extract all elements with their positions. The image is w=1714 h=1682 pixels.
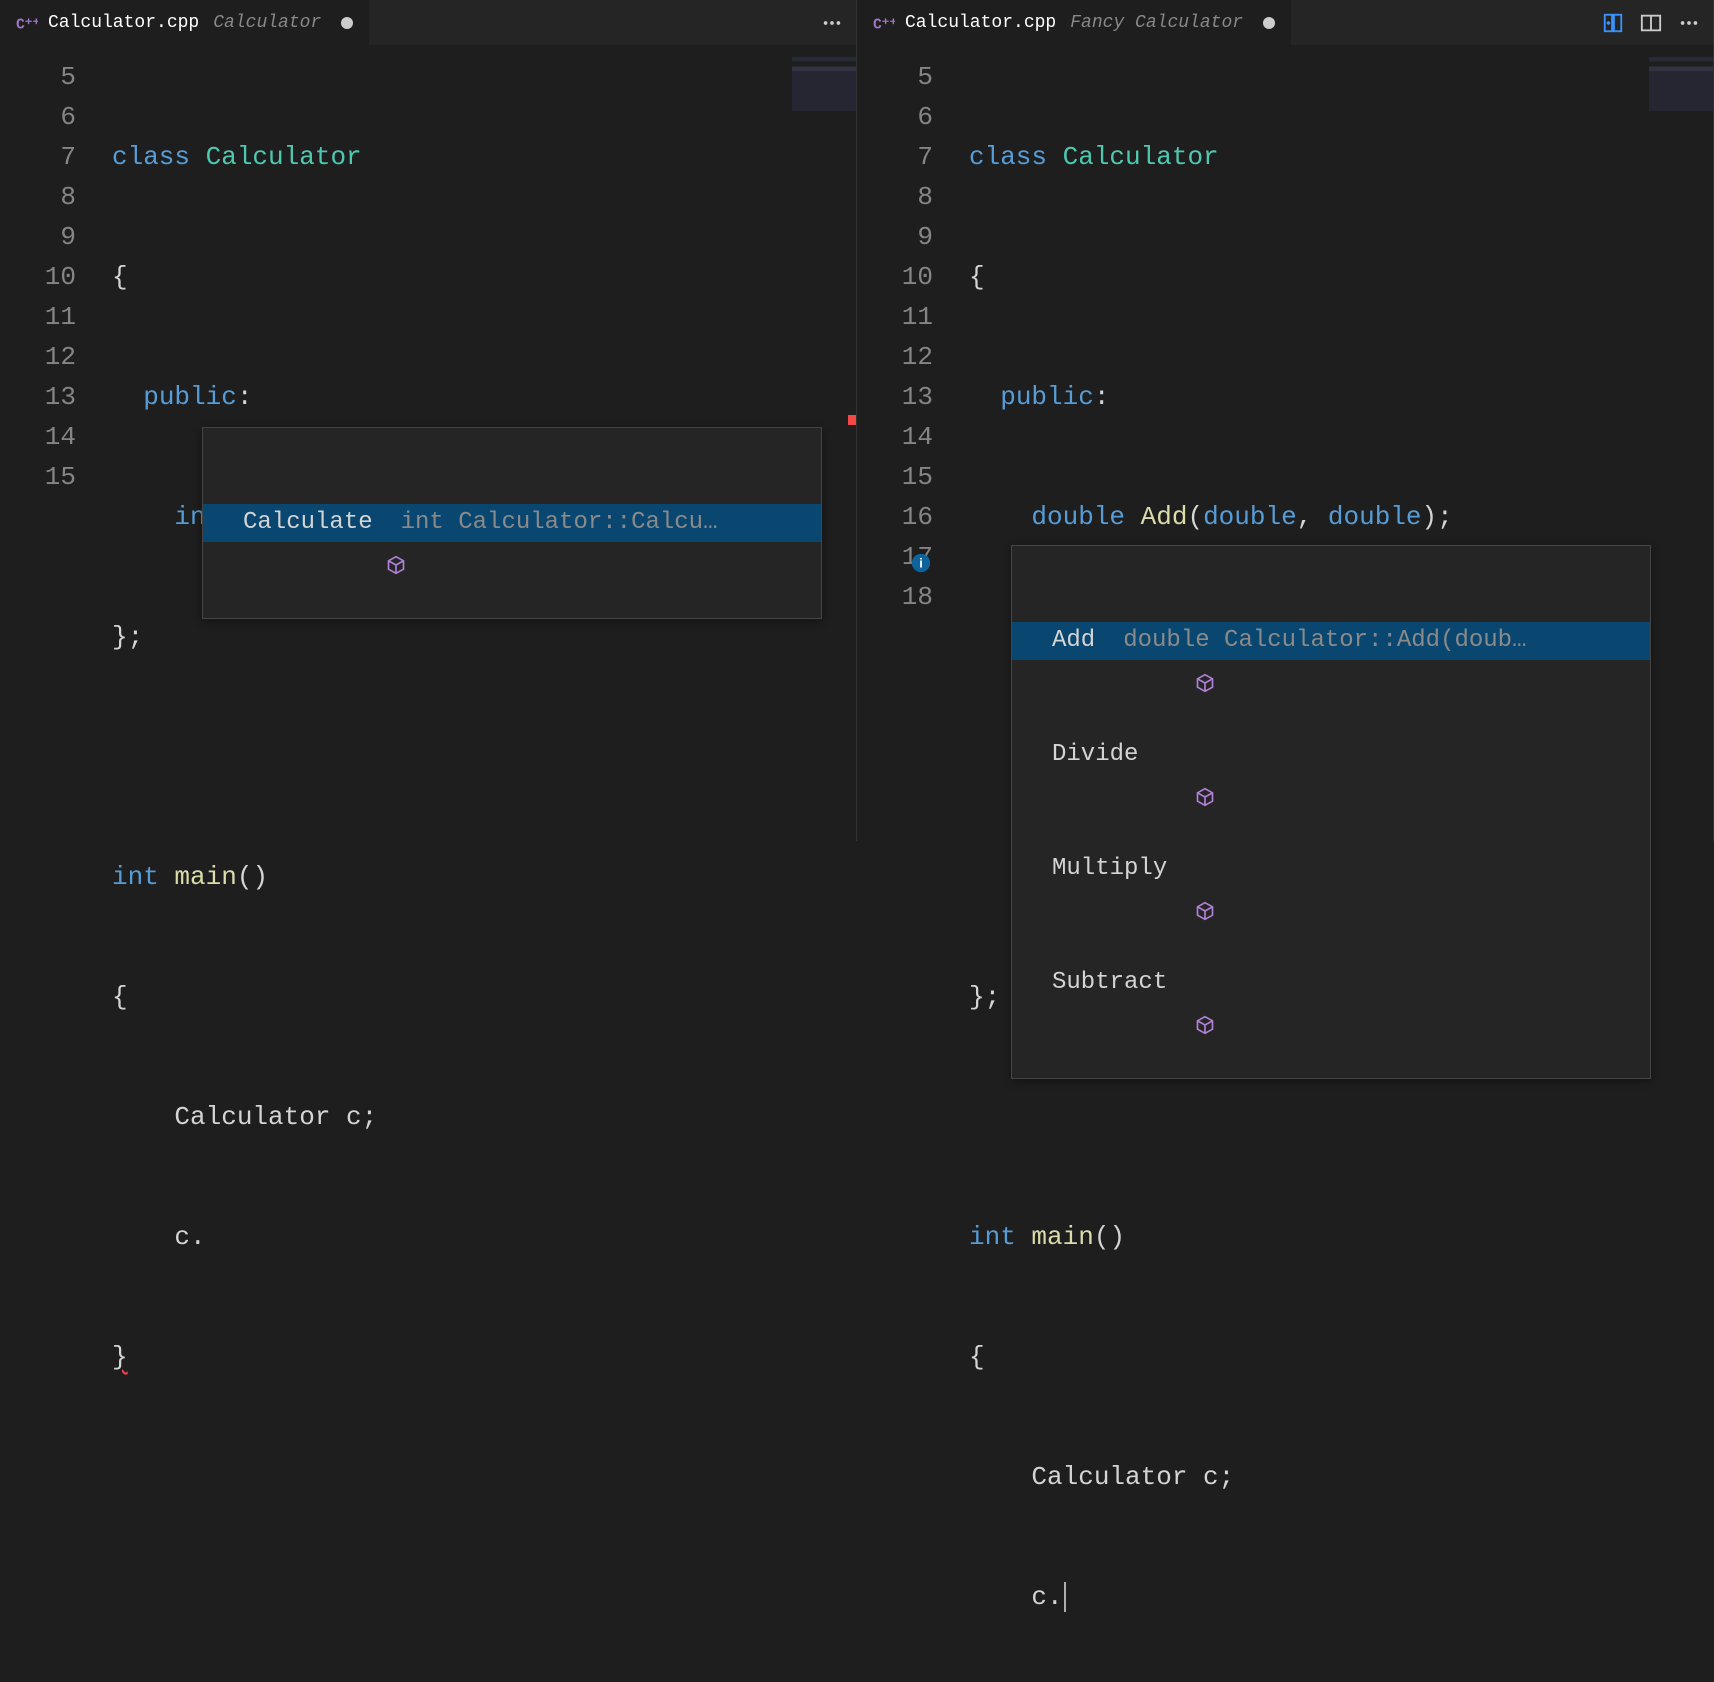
tab-filename: Calculator.cpp <box>905 13 1056 33</box>
tab-bar: C⁺⁺ Calculator.cpp Calculator <box>0 0 856 45</box>
editor-area[interactable]: 5 6 7 8 9 10 11 12 13 14 15 class Calcul… <box>0 45 856 1617</box>
tab-filename: Calculator.cpp <box>48 13 199 33</box>
intellisense-label: Subtract <box>1052 964 1167 1002</box>
intellisense-label: Divide <box>1052 736 1138 774</box>
tab-description: Calculator <box>213 13 321 33</box>
method-icon <box>1022 859 1042 879</box>
info-icon[interactable]: i <box>1546 630 1568 652</box>
editor-tab[interactable]: C⁺⁺ Calculator.cpp Calculator <box>0 0 369 45</box>
svg-text:C⁺⁺: C⁺⁺ <box>873 17 895 33</box>
more-icon[interactable] <box>1677 11 1701 35</box>
text-cursor <box>1064 1582 1066 1612</box>
code-content[interactable]: class Calculator { public: int Calculate… <box>94 45 856 1617</box>
editor-pane-left: C⁺⁺ Calculator.cpp Calculator 5 6 7 8 9 … <box>0 0 857 841</box>
info-icon[interactable]: i <box>737 512 759 534</box>
minimap[interactable] <box>1649 57 1713 111</box>
intellisense-label: Multiply <box>1052 850 1167 888</box>
tab-dirty-indicator <box>1263 17 1275 29</box>
method-icon <box>1022 631 1042 651</box>
intellisense-label: Calculate <box>243 504 373 542</box>
svg-text:C⁺⁺: C⁺⁺ <box>16 17 38 33</box>
tab-bar: C⁺⁺ Calculator.cpp Fancy Calculator <box>857 0 1713 45</box>
tab-dirty-indicator <box>341 17 353 29</box>
svg-text:i: i <box>920 556 924 571</box>
intellisense-item[interactable]: Subtract <box>1012 964 1650 1002</box>
editor-tab[interactable]: C⁺⁺ Calculator.cpp Fancy Calculator <box>857 0 1291 45</box>
gutter: 5 6 7 8 9 10 11 12 13 14 15 16 17 18 <box>857 45 951 1682</box>
more-icon[interactable] <box>820 11 844 35</box>
intellisense-detail: double Calculator::Add(doub… <box>1123 622 1526 660</box>
code-content[interactable]: class Calculator { public: double Add(do… <box>951 45 1713 1682</box>
tab-actions <box>820 11 844 35</box>
intellisense-item[interactable]: Divide <box>1012 736 1650 774</box>
intellisense-label: Add <box>1052 622 1095 660</box>
gutter: 5 6 7 8 9 10 11 12 13 14 15 <box>0 45 94 1617</box>
intellisense-popup[interactable]: Calculate int Calculator::Calcu… i <box>202 427 822 619</box>
tab-description: Fancy Calculator <box>1070 13 1243 33</box>
method-icon <box>1022 745 1042 765</box>
error-squiggle: } <box>112 1342 128 1372</box>
method-icon <box>1022 973 1042 993</box>
tab-actions <box>1601 11 1701 35</box>
cpp-file-icon: C⁺⁺ <box>873 12 895 34</box>
editor-pane-right: C⁺⁺ Calculator.cpp Fancy Calculator 5 6 … <box>857 0 1714 841</box>
intellisense-item[interactable]: Add double Calculator::Add(doub… i <box>1012 622 1650 660</box>
open-changes-icon[interactable] <box>1601 11 1625 35</box>
method-icon <box>213 513 233 533</box>
intellisense-item[interactable]: Multiply <box>1012 850 1650 888</box>
split-editor-icon[interactable] <box>1639 11 1663 35</box>
cpp-file-icon: C⁺⁺ <box>16 12 38 34</box>
intellisense-item[interactable]: Calculate int Calculator::Calcu… i <box>203 504 821 542</box>
intellisense-detail: int Calculator::Calcu… <box>401 504 718 542</box>
intellisense-popup[interactable]: Add double Calculator::Add(doub… i Divid… <box>1011 545 1651 1079</box>
overview-ruler[interactable] <box>844 45 856 1617</box>
editor-area[interactable]: 5 6 7 8 9 10 11 12 13 14 15 16 17 18 cla… <box>857 45 1713 1682</box>
